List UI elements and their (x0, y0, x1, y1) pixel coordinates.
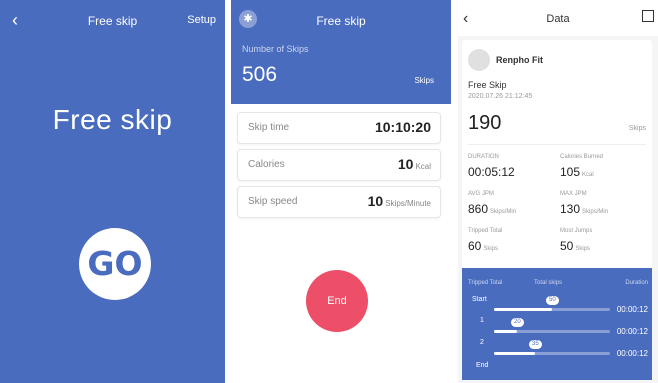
mode-label: Free Skip (468, 80, 507, 90)
skip-count-value: 506 (242, 63, 278, 86)
segment-skips-badge: 20 (511, 318, 524, 327)
stat-unit: Skips/Min (490, 209, 517, 215)
total-skips-header: Total skips (534, 280, 563, 286)
segment-end-label: End (476, 362, 489, 369)
avatar (468, 49, 490, 71)
free-skip-session-screen: ✱ Free skip Number of Skips 506 Skips Sk… (231, 0, 451, 383)
segment-label: 1 (480, 317, 484, 324)
tripped-total-header: Tripped Total (468, 280, 503, 286)
stat-value: 10 (367, 193, 384, 209)
skip-count-header: ✱ Free skip Number of Skips 506 Skips (231, 0, 451, 104)
stat-label: Skip speed (248, 196, 298, 207)
segments-panel: Tripped Total Total skips Duration Start… (462, 268, 652, 380)
stat-unit: Skips/Minute (385, 199, 431, 208)
stat-unit: Skips/Min (582, 209, 609, 215)
stat-value: 130 (560, 202, 581, 216)
share-icon[interactable] (642, 10, 654, 22)
stat-label: Most Jumps (560, 228, 593, 234)
stat-value: 10 (397, 156, 414, 172)
free-skip-start-screen: ‹ Free skip Setup Free skip GO (0, 0, 225, 383)
total-skips-unit: Skips (628, 125, 646, 132)
stat-unit: Kcal (415, 162, 431, 171)
stat-unit: Skips (575, 246, 591, 252)
page-title: Free skip (316, 14, 366, 28)
skip-count-unit: Skips (414, 76, 434, 85)
end-button[interactable]: End (306, 270, 368, 332)
segment-label: 2 (480, 339, 484, 346)
stat-label: MAX JPM (560, 191, 587, 197)
divider (468, 144, 646, 145)
stat-unit: Skips (483, 246, 499, 252)
segment-bar (494, 330, 517, 333)
segment-bar (494, 308, 552, 311)
duration-header: Duration (625, 280, 648, 286)
stat-label: Calories (248, 159, 285, 170)
stat-value: 860 (468, 202, 489, 216)
setup-button[interactable]: Setup (187, 14, 216, 26)
header: ‹ Free skip Setup (0, 0, 225, 40)
skip-speed-card: Skip speed 10 Skips/Minute (237, 186, 441, 218)
session-date: 2020.07.26 21:12:45 (468, 93, 533, 100)
page-title: Data (546, 13, 570, 25)
go-button[interactable]: GO (79, 228, 151, 300)
skip-count-label: Number of Skips (242, 44, 309, 54)
stat-value: 105 (560, 165, 581, 179)
segment-duration: 00:00:12 (616, 327, 648, 336)
stat-label: AVG JPM (468, 191, 494, 197)
stat-value: 10:10:20 (374, 119, 431, 135)
mode-title: Free skip (52, 104, 173, 135)
stat-unit: Kcal (582, 172, 594, 178)
stat-label: Skip time (248, 122, 290, 133)
skip-time-card: Skip time 10:10:20 (237, 112, 441, 144)
segment-bar (494, 352, 535, 355)
stat-label: Calories Burned (560, 154, 604, 160)
stat-label: DURATION (468, 154, 499, 160)
summary-panel: Renpho Fit Free Skip 2020.07.26 21:12:45… (462, 40, 652, 270)
data-summary-screen: ‹ Data Renpho Fit Free Skip 2020.07.26 2… (458, 0, 658, 383)
segment-skips-badge: 35 (529, 340, 542, 349)
stat-value: 00:05:12 (468, 165, 515, 179)
segment-duration: 00:00:12 (616, 305, 648, 314)
stat-value: 60 (468, 239, 482, 253)
calories-card: Calories 10 Kcal (237, 149, 441, 181)
user-name: Renpho Fit (496, 55, 543, 65)
header: ‹ Data (458, 0, 658, 36)
segment-skips-badge: 50 (546, 296, 559, 305)
segment-label: Start (472, 296, 487, 303)
total-skips: 190 (468, 112, 502, 134)
stat-value: 50 (560, 239, 574, 253)
stat-label: Tripped Total (468, 228, 503, 234)
segment-duration: 00:00:12 (616, 349, 648, 358)
